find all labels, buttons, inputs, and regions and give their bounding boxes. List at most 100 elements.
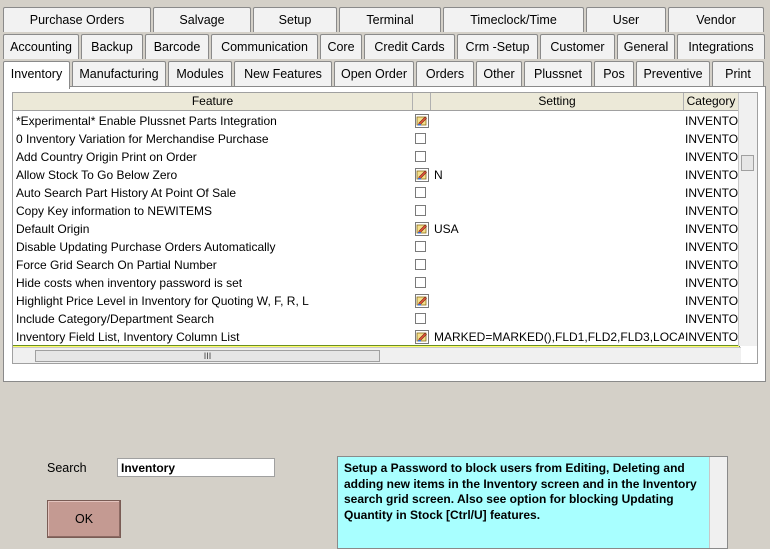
tab-terminal[interactable]: Terminal [339, 7, 441, 32]
table-row[interactable]: Hide costs when inventory password is se… [13, 274, 739, 292]
tab-open-order[interactable]: Open Order [334, 61, 414, 86]
tab-communication[interactable]: Communication [211, 34, 318, 59]
category-cell: INVENTORY [685, 150, 739, 164]
category-cell: INVENTORY [685, 330, 739, 344]
edit-setting-icon[interactable] [415, 168, 429, 182]
tab-purchase-orders[interactable]: Purchase Orders [3, 7, 151, 32]
table-row[interactable]: Allow Stock To Go Below Zero NINVENTORY [13, 166, 739, 184]
table-row[interactable]: *Experimental* Enable Plussnet Parts Int… [13, 112, 739, 130]
tab-accounting[interactable]: Accounting [3, 34, 79, 59]
table-row[interactable]: Auto Search Part History At Point Of Sal… [13, 184, 739, 202]
tab-new-features[interactable]: New Features [234, 61, 332, 86]
tab-core[interactable]: Core [320, 34, 362, 59]
tab-timeclock[interactable]: Timeclock/Time [443, 7, 584, 32]
features-grid: Feature Setting Category *Experimental* … [12, 92, 758, 364]
tab-setup[interactable]: Setup [253, 7, 337, 32]
feature-cell: Hide costs when inventory password is se… [16, 276, 243, 290]
category-cell: INVENTORY [685, 312, 739, 326]
grid-header: Feature Setting Category [13, 93, 739, 111]
category-cell: INVENTORY [685, 204, 739, 218]
tab-orders[interactable]: Orders [416, 61, 474, 86]
grid-vertical-scrollbar[interactable] [738, 93, 757, 346]
feature-cell: Disable Updating Purchase Orders Automat… [16, 240, 276, 254]
setting-cell[interactable]: N [434, 166, 684, 184]
table-row[interactable]: 0 Inventory Variation for Merchandise Pu… [13, 130, 739, 148]
category-cell: INVENTORY [685, 114, 739, 128]
setting-checkbox[interactable] [415, 151, 426, 162]
tab-print[interactable]: Print [712, 61, 764, 86]
setting-checkbox[interactable] [415, 313, 426, 324]
inventory-tab-panel: Feature Setting Category *Experimental* … [3, 86, 766, 382]
tab-modules[interactable]: Modules [168, 61, 232, 86]
table-row[interactable]: Copy Key information to NEWITEMS INVENTOR… [13, 202, 739, 220]
tab-customer[interactable]: Customer [540, 34, 615, 59]
feature-cell: Add Country Origin Print on Order [16, 150, 197, 164]
setting-checkbox[interactable] [415, 205, 426, 216]
tab-manufacturing[interactable]: Manufacturing [72, 61, 166, 86]
tab-user[interactable]: User [586, 7, 666, 32]
feature-cell: Inventory Field List, Inventory Column L… [16, 330, 240, 344]
feature-cell: Highlight Price Level in Inventory for Q… [16, 294, 309, 308]
feature-cell: Default Origin [16, 222, 90, 236]
tab-plussnet[interactable]: Plussnet [524, 61, 592, 86]
column-header-feature[interactable]: Feature [13, 93, 413, 110]
tab-backup[interactable]: Backup [81, 34, 143, 59]
feature-cell: Force Grid Search On Partial Number [16, 258, 217, 272]
setting-checkbox[interactable] [415, 277, 426, 288]
setting-cell[interactable]: USA [434, 220, 684, 238]
column-header-setting[interactable]: Setting [431, 93, 684, 110]
feature-description-text: Setup a Password to block users from Edi… [344, 461, 697, 522]
ok-button[interactable]: OK [47, 500, 121, 538]
edit-setting-icon[interactable] [415, 114, 429, 128]
setting-checkbox[interactable] [415, 259, 426, 270]
table-row[interactable]: Inventory Field List, Inventory Column L… [13, 328, 739, 346]
column-header-category[interactable]: Category [684, 93, 739, 110]
category-cell: INVENTORY [685, 168, 739, 182]
category-cell: INVENTORY [685, 240, 739, 254]
feature-cell: Auto Search Part History At Point Of Sal… [16, 186, 237, 200]
table-row[interactable]: Include Category/Department Search INVENT… [13, 310, 739, 328]
tab-inventory[interactable]: Inventory [3, 61, 70, 89]
feature-cell: Allow Stock To Go Below Zero [16, 168, 178, 182]
grid-horizontal-scrollbar[interactable]: III [13, 347, 741, 363]
table-row[interactable]: Highlight Price Level in Inventory for Q… [13, 292, 739, 310]
tab-preventive[interactable]: Preventive [636, 61, 710, 86]
edit-setting-icon[interactable] [415, 222, 429, 236]
vertical-scroll-thumb[interactable] [741, 155, 754, 171]
table-row[interactable]: Disable Updating Purchase Orders Automat… [13, 238, 739, 256]
description-scrollbar[interactable] [709, 457, 727, 548]
search-input[interactable] [117, 458, 275, 477]
tab-other[interactable]: Other [476, 61, 522, 86]
feature-cell: Copy Key information to NEWITEMS [16, 204, 213, 218]
setting-checkbox[interactable] [415, 187, 426, 198]
tab-barcode[interactable]: Barcode [145, 34, 209, 59]
category-cell: INVENTORY [685, 222, 739, 236]
column-header-spacer [413, 93, 431, 110]
table-row[interactable]: Add Country Origin Print on Order INVENTO… [13, 148, 739, 166]
feature-description-box[interactable]: Setup a Password to block users from Edi… [337, 456, 728, 549]
tab-general[interactable]: General [617, 34, 675, 59]
feature-cell: 0 Inventory Variation for Merchandise Pu… [16, 132, 269, 146]
edit-setting-icon[interactable] [415, 330, 429, 344]
category-cell: INVENTORY [685, 132, 739, 146]
tab-salvage[interactable]: Salvage [153, 7, 251, 32]
setting-checkbox[interactable] [415, 241, 426, 252]
tab-crm-setup[interactable]: Crm -Setup [457, 34, 538, 59]
feature-cell: *Experimental* Enable Plussnet Parts Int… [16, 114, 277, 128]
search-label: Search [47, 461, 87, 475]
setting-checkbox[interactable] [415, 133, 426, 144]
table-row[interactable]: Default Origin USAINVENTORY [13, 220, 739, 238]
category-cell: INVENTORY [685, 186, 739, 200]
tab-vendor[interactable]: Vendor [668, 7, 764, 32]
category-cell: INVENTORY [685, 276, 739, 290]
category-cell: INVENTORY [685, 294, 739, 308]
edit-setting-icon[interactable] [415, 294, 429, 308]
tab-credit-cards[interactable]: Credit Cards [364, 34, 455, 59]
tab-integrations[interactable]: Integrations [677, 34, 765, 59]
feature-cell: Include Category/Department Search [16, 312, 215, 326]
tab-pos[interactable]: Pos [594, 61, 634, 86]
horizontal-scroll-thumb[interactable]: III [35, 350, 380, 362]
table-row[interactable]: Force Grid Search On Partial Number INVEN… [13, 256, 739, 274]
setting-cell[interactable]: MARKED=MARKED(),FLD1,FLD2,FLD3,LOCA [434, 328, 684, 346]
category-cell: INVENTORY [685, 258, 739, 272]
